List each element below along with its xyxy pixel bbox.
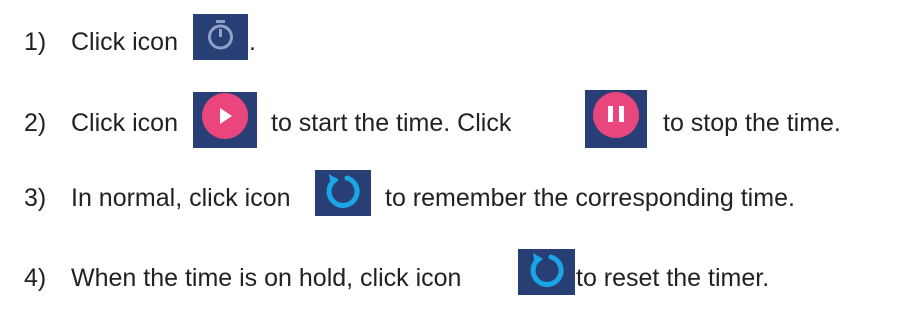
pause-icon <box>585 90 647 148</box>
step-text-end: to reset the timer. <box>576 264 770 292</box>
step-text: In normal, click icon <box>71 184 291 212</box>
refresh-icon <box>518 249 575 295</box>
step-number: 3) <box>24 184 47 212</box>
step-number: 1) <box>24 28 47 56</box>
step-text: When the time is on hold, click icon <box>71 264 462 292</box>
stopwatch-icon <box>193 14 248 60</box>
step-text-end: to stop the time. <box>663 109 841 137</box>
step-text-end: . <box>249 28 256 56</box>
play-icon <box>193 92 257 148</box>
step-text: Click icon <box>71 28 178 56</box>
step-text-end: to remember the corresponding time. <box>385 184 795 212</box>
refresh-icon <box>315 170 371 216</box>
step-text-middle: to start the time. Click <box>271 109 512 137</box>
step-number: 2) <box>24 109 47 137</box>
step-text: Click icon <box>71 109 178 137</box>
step-number: 4) <box>24 264 47 292</box>
